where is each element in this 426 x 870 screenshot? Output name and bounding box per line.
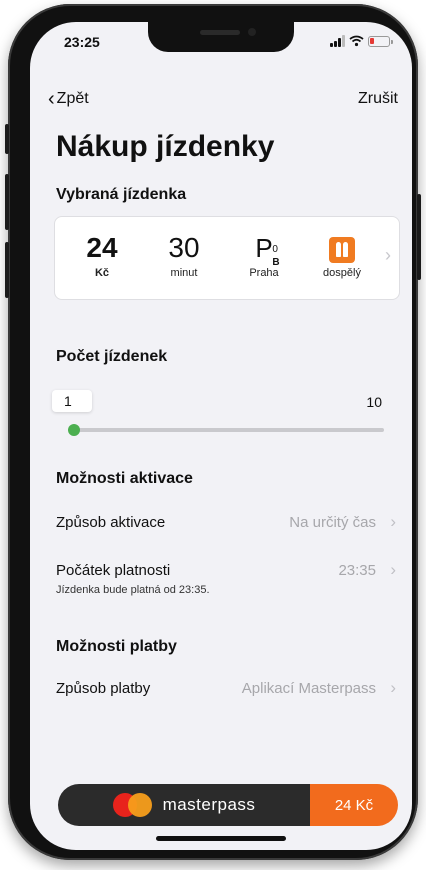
- selected-ticket-card[interactable]: 24 Kč 30 minut P 0 B Praha dospělý ›: [54, 216, 400, 300]
- chevron-right-icon: ›: [385, 245, 391, 265]
- power-button: [417, 194, 421, 280]
- quantity-slider-knob[interactable]: [68, 424, 80, 436]
- activation-method-value: Na určitý čas: [289, 514, 376, 531]
- mastercard-logo-icon: [112, 793, 153, 817]
- status-bar: 23:25: [30, 32, 412, 54]
- page-title: Nákup jízdenky: [56, 130, 275, 163]
- zone-badge: P 0 B: [255, 231, 279, 268]
- validity-start-label: Počátek platnosti: [56, 562, 171, 579]
- back-label: Zpět: [56, 90, 89, 107]
- selected-ticket-heading: Vybraná jízdenka: [56, 186, 187, 203]
- battery-icon: [368, 35, 393, 47]
- chevron-left-icon: ‹: [48, 88, 55, 110]
- masterpass-section: masterpass: [58, 784, 310, 826]
- ticket-duration: 30 minut: [149, 231, 219, 279]
- phone-frame: 23:25 ‹ Zpět Zrušit Nákup jízdenky Vybra…: [5, 4, 421, 860]
- validity-start-value: 23:35: [338, 562, 376, 579]
- payment-method-value: Aplikací Masterpass: [241, 680, 376, 697]
- chevron-right-icon: ›: [390, 678, 396, 697]
- ticket-passenger: dospělý: [307, 231, 377, 279]
- wifi-icon: [349, 35, 364, 47]
- person-pair-icon: [329, 236, 355, 263]
- status-time: 23:25: [64, 34, 100, 50]
- pay-amount: 24 Kč: [310, 784, 398, 826]
- zone-letter: P: [255, 233, 273, 263]
- chevron-right-icon: ›: [390, 512, 396, 531]
- ticket-price: 24 Kč: [67, 231, 137, 279]
- zone-subscript: B: [272, 257, 280, 268]
- navigation-bar: ‹ Zpět Zrušit: [30, 88, 412, 112]
- quantity-max: 10: [366, 394, 382, 410]
- volume-up-button: [5, 174, 9, 230]
- masterpass-label: masterpass: [162, 795, 256, 814]
- silent-switch: [5, 124, 9, 154]
- back-button[interactable]: ‹ Zpět: [48, 88, 89, 110]
- quantity-slider-track[interactable]: [76, 428, 384, 432]
- activation-heading: Možnosti aktivace: [56, 470, 193, 487]
- payment-heading: Možnosti platby: [56, 638, 177, 655]
- zone-label: Praha: [249, 267, 279, 279]
- screen: 23:25 ‹ Zpět Zrušit Nákup jízdenky Vybra…: [30, 22, 412, 850]
- quantity-value-bubble: 1: [52, 390, 92, 412]
- home-indicator: [156, 836, 286, 841]
- price-unit: Kč: [94, 267, 110, 279]
- passenger-label: dospělý: [323, 267, 361, 279]
- cancel-button[interactable]: Zrušit: [358, 90, 398, 108]
- quantity-heading: Počet jízdenek: [56, 348, 168, 365]
- duration-unit: minut: [170, 267, 198, 279]
- payment-method-label: Způsob platby: [56, 680, 151, 697]
- ticket-zone: P 0 B Praha: [229, 231, 299, 279]
- activation-method-label: Způsob aktivace: [56, 514, 166, 531]
- cellular-signal-icon: [330, 35, 345, 47]
- status-icons: [330, 35, 393, 47]
- pay-button[interactable]: masterpass 24 Kč: [58, 784, 398, 826]
- duration-value: 30: [168, 232, 200, 263]
- chevron-right-icon: ›: [390, 560, 396, 579]
- volume-down-button: [5, 242, 9, 298]
- price-value: 24: [86, 232, 118, 263]
- validity-start-note: Jízdenka bude platná od 23:35.: [56, 584, 210, 596]
